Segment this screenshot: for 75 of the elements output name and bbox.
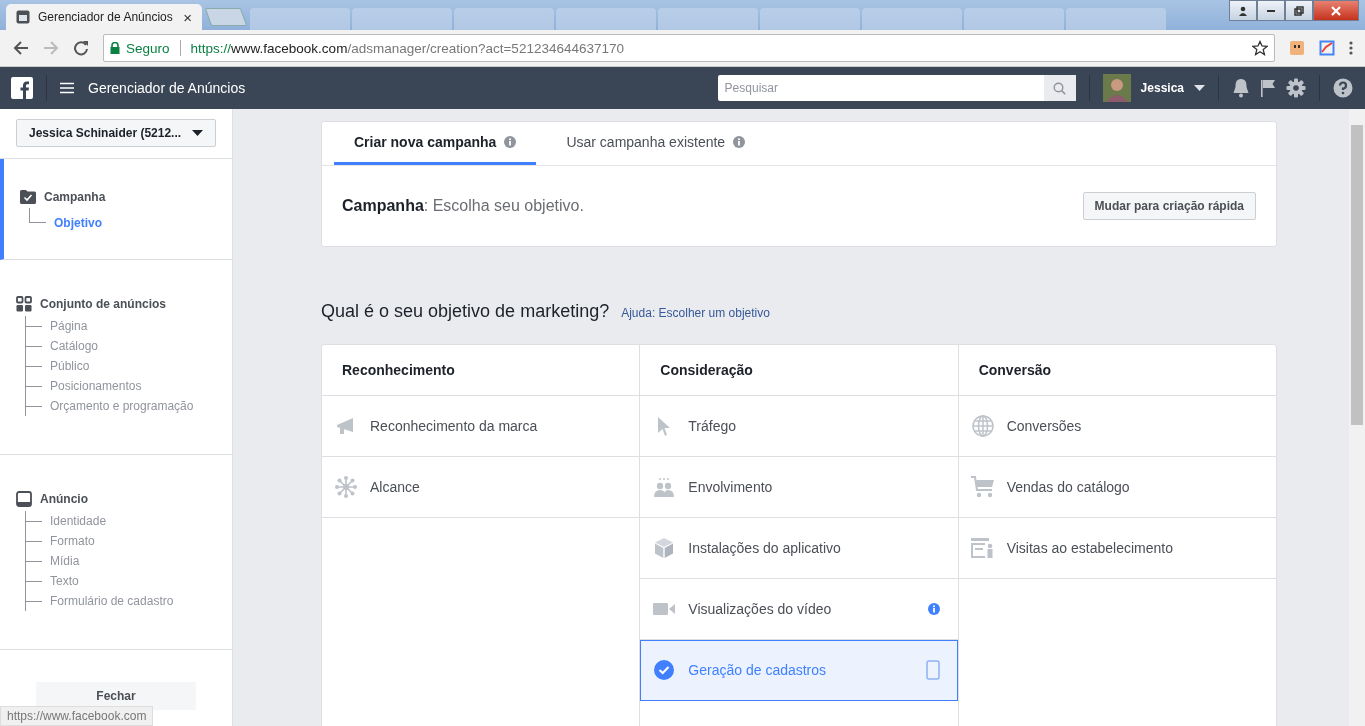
- reload-icon[interactable]: [73, 40, 89, 56]
- objective-option[interactable]: Instalações do aplicativo: [640, 518, 958, 579]
- restore-icon: [1294, 5, 1304, 16]
- help-link[interactable]: Ajuda: Escolher um objetivo: [621, 306, 770, 320]
- mobile-phone-icon: [925, 660, 940, 680]
- objective-option[interactable]: Tráfego: [640, 396, 958, 457]
- column-header: Consideração: [640, 345, 958, 396]
- minimize-button[interactable]: [1257, 0, 1285, 21]
- back-icon[interactable]: [13, 40, 29, 56]
- user-button[interactable]: [1229, 0, 1257, 21]
- objective-option[interactable]: Conversões: [958, 396, 1276, 457]
- section-title[interactable]: Anúncio: [40, 492, 88, 506]
- avatar-icon: [1102, 74, 1131, 102]
- star-icon[interactable]: [1252, 40, 1268, 56]
- search-field[interactable]: Pesquisar: [717, 75, 1044, 101]
- video-camera-icon: [653, 602, 676, 616]
- info-icon[interactable]: [927, 603, 940, 615]
- search-icon: [1053, 81, 1067, 95]
- check-icon: [654, 660, 675, 680]
- objective-option[interactable]: Reconhecimento da marca: [322, 396, 640, 457]
- info-icon[interactable]: [504, 136, 517, 148]
- globe-icon: [971, 415, 994, 437]
- address-field[interactable]: Seguro https://www.facebook.com/adsmanager/creation?act=521234644637170: [103, 34, 1275, 62]
- close-tab-button[interactable]: ×: [183, 8, 192, 26]
- security-label: Seguro: [126, 40, 170, 56]
- store-icon: [970, 538, 995, 558]
- tree-connector: [29, 208, 46, 223]
- logo-icon[interactable]: [11, 77, 33, 99]
- objective-option[interactable]: Alcance: [322, 457, 640, 518]
- menu-icon[interactable]: [1349, 40, 1353, 56]
- caret-icon[interactable]: [1194, 85, 1205, 91]
- account-dropdown[interactable]: Jessica Schinaider (5212...: [16, 119, 216, 147]
- column-header: Conversão: [958, 345, 1276, 396]
- section-title[interactable]: Campanha: [44, 190, 106, 204]
- cube-icon: [654, 537, 675, 559]
- step-link[interactable]: Objetivo: [54, 216, 102, 230]
- lock-icon: [110, 42, 120, 54]
- status-url-tooltip: https://www.facebook.com: [0, 706, 154, 726]
- section-heading: Qual é o seu objetivo de marketing?: [321, 301, 610, 322]
- objective-option[interactable]: Envolvimento: [640, 457, 958, 518]
- cursor-icon: [657, 416, 672, 436]
- minimize-icon: [1267, 9, 1275, 12]
- folder-check-icon: [20, 190, 36, 204]
- objective-option[interactable]: Vendas do catálogo: [958, 457, 1276, 518]
- close-window-button[interactable]: [1313, 0, 1359, 21]
- quick-create-button[interactable]: Mudar para criação rápida: [1082, 192, 1256, 220]
- objective-option[interactable]: Visitas ao estabelecimento: [958, 518, 1276, 579]
- tab[interactable]: Criar nova campanha: [334, 122, 537, 165]
- tab[interactable]: Usar campanha existente: [546, 122, 766, 165]
- settings-icon[interactable]: [1286, 78, 1306, 98]
- help-icon[interactable]: [1333, 78, 1353, 98]
- caret-icon: [192, 130, 203, 136]
- campaign-heading: Campanha: Escolha seu objetivo.: [342, 197, 584, 215]
- network-icon: [335, 476, 357, 498]
- url-text: https://www.facebook.com/adsmanager/creation?act=521234644637170: [190, 40, 625, 56]
- flag-icon[interactable]: [1260, 79, 1276, 97]
- people-icon: [653, 477, 676, 497]
- grid-icon: [16, 296, 32, 312]
- scrollbar[interactable]: [1349, 109, 1365, 726]
- browser-tab[interactable]: Gerenciador de Anúncios ×: [6, 4, 202, 30]
- extension-icon[interactable]: [1289, 40, 1305, 56]
- close-icon: [1330, 5, 1342, 16]
- bell-icon[interactable]: [1232, 78, 1250, 98]
- cart-icon: [970, 476, 995, 498]
- tablet-icon: [16, 491, 32, 507]
- restore-button[interactable]: [1285, 0, 1313, 21]
- section-title[interactable]: Conjunto de anúncios: [40, 297, 166, 311]
- info-icon[interactable]: [733, 136, 746, 148]
- menu-icon[interactable]: [60, 82, 74, 94]
- person-icon: [1238, 5, 1248, 16]
- search-button[interactable]: [1043, 75, 1076, 101]
- page-icon: [16, 10, 30, 24]
- column-header: Reconhecimento: [322, 345, 640, 396]
- app-title: Gerenciador de Anúncios: [88, 80, 246, 96]
- user-name[interactable]: Jessica: [1140, 81, 1184, 95]
